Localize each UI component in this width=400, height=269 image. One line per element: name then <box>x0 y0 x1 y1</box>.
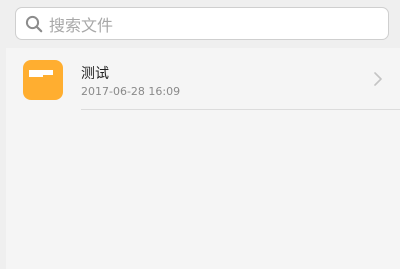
file-list: 测试 2017-06-28 16:09 <box>6 48 400 269</box>
search-input[interactable]: 搜索文件 <box>15 7 389 40</box>
file-modified-date: 2017-06-28 16:09 <box>81 85 181 98</box>
search-icon <box>25 15 43 33</box>
file-list-item[interactable]: 测试 2017-06-28 16:09 <box>6 48 400 110</box>
search-placeholder: 搜索文件 <box>49 15 114 35</box>
folder-icon <box>23 60 63 100</box>
search-bar: 搜索文件 <box>0 0 400 48</box>
chevron-right-icon <box>373 71 383 87</box>
row-divider <box>81 109 400 110</box>
file-name: 测试 <box>81 66 109 82</box>
